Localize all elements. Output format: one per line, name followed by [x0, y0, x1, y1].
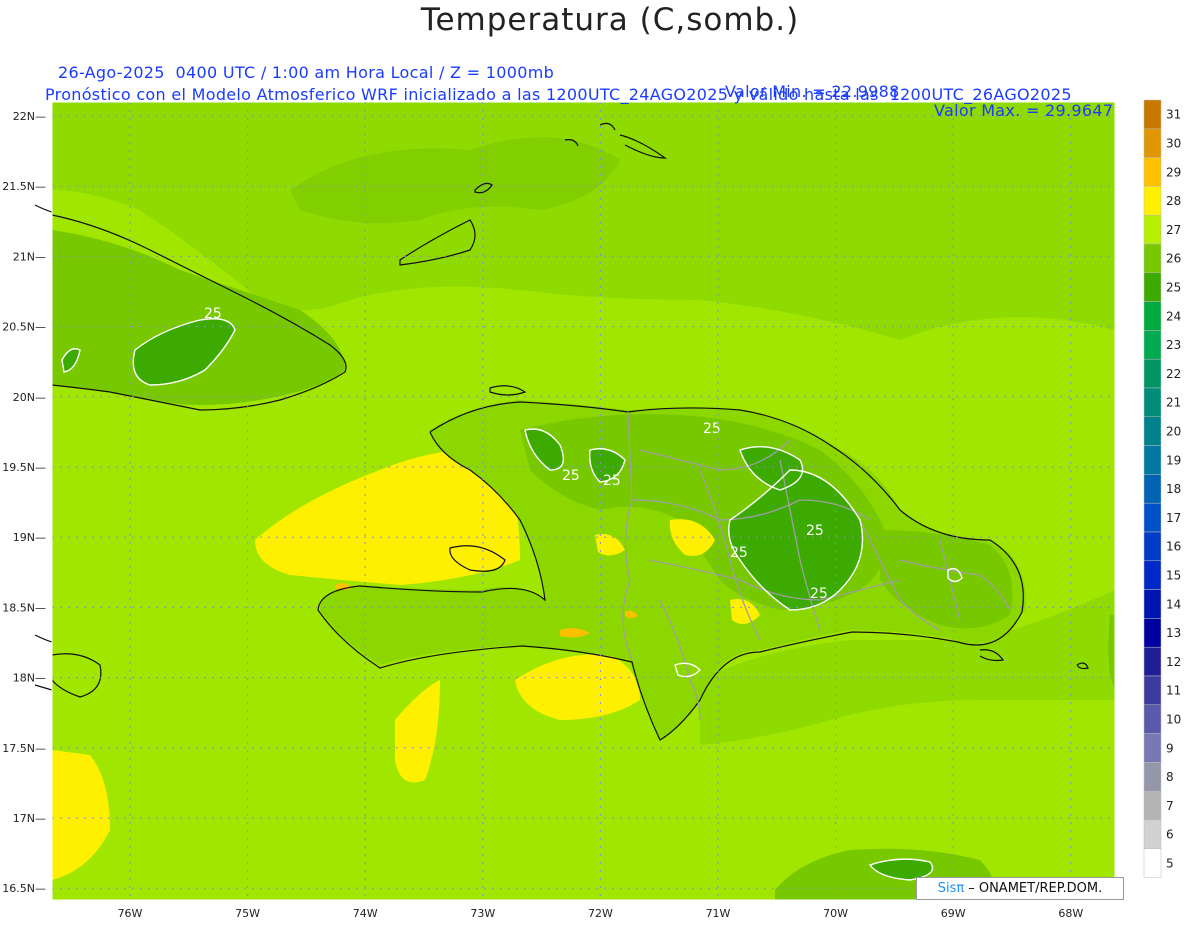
- colorbar-swatch: [1143, 358, 1162, 389]
- colorbar-swatch: [1143, 790, 1162, 821]
- colorbar-swatch: [1143, 646, 1162, 677]
- lon-tick-label: 71W: [706, 907, 731, 920]
- colorbar-label: 22: [1166, 367, 1181, 381]
- temperature-field: [52, 102, 1115, 900]
- colorbar: 3130292827262524232221201918171615141312…: [1143, 99, 1181, 878]
- colorbar-label: 13: [1166, 626, 1181, 640]
- colorbar-swatch: [1143, 589, 1162, 619]
- colorbar-label: 19: [1166, 453, 1181, 467]
- contour-label: 25: [204, 306, 222, 322]
- lon-tick-label: 76W: [118, 907, 143, 920]
- colorbar-swatch: [1143, 243, 1162, 274]
- map-title: Temperatura (C,somb.): [420, 2, 800, 38]
- lon-tick-label: 74W: [353, 907, 378, 920]
- colorbar-label: 26: [1166, 252, 1181, 266]
- colorbar-swatch: [1143, 560, 1162, 590]
- lat-tick-label: 20N—: [13, 391, 46, 404]
- colorbar-label: 9: [1166, 741, 1174, 755]
- subtitle-line-2: Pronóstico con el Modelo Atmosferico WRF…: [0, 66, 1200, 104]
- colorbar-label: 30: [1166, 137, 1181, 151]
- lon-tick-label: 73W: [470, 907, 495, 920]
- colorbar-swatch: [1143, 531, 1162, 562]
- contour-label: 25: [806, 523, 824, 539]
- longitude-axis: 76W 75W 74W 73W 72W 71W 70W 69W 68W: [118, 907, 1084, 920]
- colorbar-label: 14: [1166, 597, 1181, 611]
- colorbar-label: 16: [1166, 540, 1181, 554]
- credit-box: Sisπ – ONAMET/REP.DOM.: [916, 877, 1124, 900]
- lat-tick-label: 16.5N—: [2, 882, 46, 895]
- colorbar-swatch: [1143, 272, 1162, 302]
- lat-tick-label: 19.5N—: [2, 461, 46, 474]
- colorbar-label: 28: [1166, 194, 1181, 208]
- latitude-axis: 22N—21.5N—21N—20.5N—20N—19.5N—19N—18.5N—…: [2, 110, 46, 895]
- colorbar-label: 20: [1166, 425, 1181, 439]
- weather-map: 25 25 25 25 25 25 25 22N—21.5N—21N—20.5N…: [2, 99, 1181, 920]
- credit-brand: Sisπ: [937, 881, 965, 896]
- lat-tick-label: 18N—: [13, 672, 46, 685]
- colorbar-swatch: [1143, 474, 1162, 504]
- colorbar-label: 29: [1166, 165, 1181, 179]
- lat-tick-label: 17N—: [13, 812, 46, 825]
- credit-org: – ONAMET/REP.DOM.: [968, 881, 1103, 896]
- colorbar-label: 23: [1166, 338, 1181, 352]
- colorbar-swatch: [1143, 387, 1162, 418]
- cuba-west-bits: [34, 204, 53, 691]
- colorbar-swatch: [1143, 618, 1162, 648]
- colorbar-swatch: [1143, 848, 1162, 878]
- colorbar-swatch: [1143, 762, 1162, 792]
- colorbar-swatch: [1143, 819, 1162, 850]
- colorbar-swatch: [1143, 186, 1162, 216]
- contour-label: 25: [810, 586, 828, 602]
- colorbar-label: 18: [1166, 482, 1181, 496]
- colorbar-label: 12: [1166, 655, 1181, 669]
- contour-label: 25: [562, 468, 580, 484]
- colorbar-label: 11: [1166, 684, 1181, 698]
- lon-tick-label: 75W: [235, 907, 260, 920]
- colorbar-label: 5: [1166, 857, 1174, 871]
- colorbar-swatch: [1143, 301, 1162, 331]
- colorbar-label: 24: [1166, 309, 1181, 323]
- colorbar-label: 21: [1166, 396, 1181, 410]
- lat-tick-label: 17.5N—: [2, 742, 46, 755]
- lat-tick-label: 20.5N—: [2, 321, 46, 334]
- colorbar-swatch: [1143, 502, 1162, 533]
- colorbar-label: 17: [1166, 511, 1181, 525]
- colorbar-swatch: [1143, 675, 1162, 706]
- lat-tick-label: 21.5N—: [2, 180, 46, 193]
- subtitle-model: Pronóstico con el Modelo Atmosferico WRF…: [45, 85, 1072, 104]
- lat-tick-label: 21N—: [13, 250, 46, 263]
- lon-tick-label: 68W: [1058, 907, 1083, 920]
- colorbar-label: 7: [1166, 799, 1174, 813]
- colorbar-label: 6: [1166, 828, 1174, 842]
- colorbar-label: 15: [1166, 569, 1181, 583]
- lon-tick-label: 72W: [588, 907, 613, 920]
- lon-tick-label: 69W: [941, 907, 966, 920]
- lon-tick-label: 70W: [823, 907, 848, 920]
- colorbar-swatch: [1143, 733, 1162, 763]
- contour-label: 25: [730, 545, 748, 561]
- colorbar-label: 27: [1166, 223, 1181, 237]
- lat-tick-label: 18.5N—: [2, 601, 46, 614]
- colorbar-label: 8: [1166, 770, 1174, 784]
- colorbar-swatch: [1143, 157, 1162, 187]
- contour-label: 25: [603, 473, 621, 489]
- colorbar-swatch: [1143, 214, 1162, 245]
- lat-tick-label: 19N—: [13, 531, 46, 544]
- colorbar-label: 10: [1166, 713, 1181, 727]
- colorbar-label: 25: [1166, 281, 1181, 295]
- colorbar-swatch: [1143, 445, 1162, 475]
- colorbar-swatch: [1143, 416, 1162, 446]
- colorbar-swatch: [1143, 128, 1162, 158]
- colorbar-swatch: [1143, 704, 1162, 734]
- colorbar-swatch: [1143, 330, 1162, 360]
